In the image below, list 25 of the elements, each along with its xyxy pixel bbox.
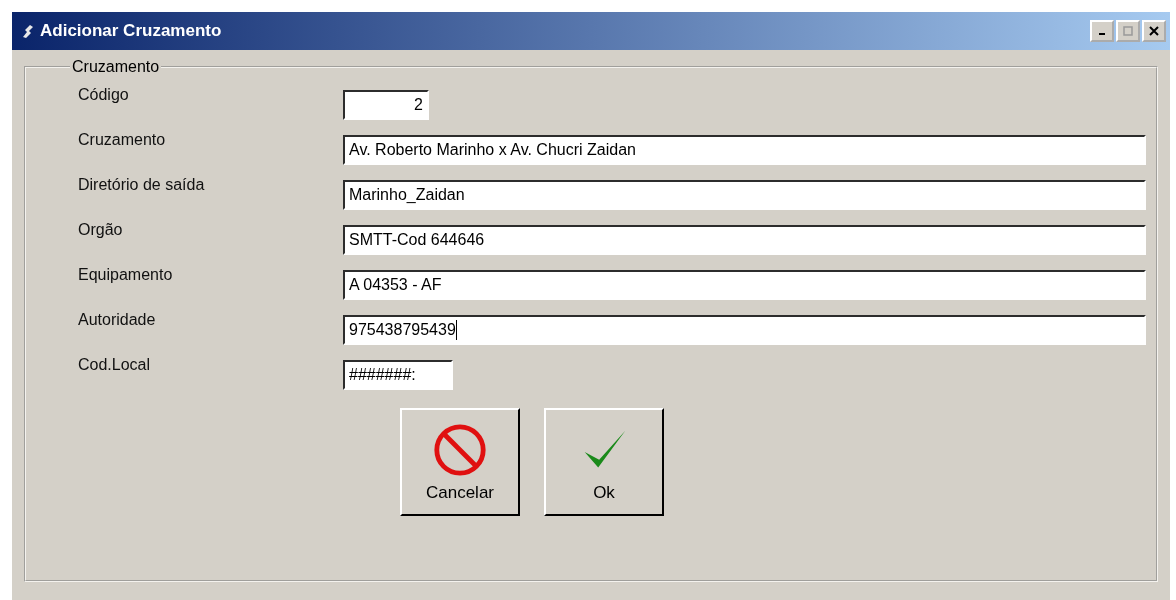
text-field[interactable]: Av. Roberto Marinho x Av. Chucri Zaidan	[343, 135, 1146, 165]
prohibition-icon	[431, 421, 489, 479]
text-field[interactable]: #######:	[343, 360, 453, 390]
minimize-icon	[1099, 33, 1105, 35]
field-label: Código	[78, 86, 130, 104]
app-icon	[20, 23, 36, 39]
text-field[interactable]: 975438795439	[343, 315, 1146, 345]
text-field[interactable]: Marinho_Zaidan	[343, 180, 1146, 210]
group-title: Cruzamento	[71, 58, 161, 76]
close-icon	[1149, 26, 1159, 36]
maximize-icon	[1123, 26, 1133, 36]
field-label: Diretório de saída	[78, 176, 206, 194]
text-field[interactable]: SMTT-Cod 644646	[343, 225, 1146, 255]
ok-button[interactable]: Ok	[544, 408, 664, 516]
field-label: Orgão	[78, 221, 124, 239]
cancel-button[interactable]: Cancelar	[400, 408, 520, 516]
close-button[interactable]	[1142, 20, 1166, 42]
minimize-button[interactable]	[1090, 20, 1114, 42]
window-title: Adicionar Cruzamento	[40, 21, 223, 41]
field-label: Cod.Local	[78, 356, 152, 374]
field-label: Autoridade	[78, 311, 157, 329]
field-label: Cruzamento	[78, 131, 167, 149]
field-label: Equipamento	[78, 266, 174, 284]
text-field[interactable]: A 04353 - AF	[343, 270, 1146, 300]
text-field[interactable]: 2	[343, 90, 429, 120]
